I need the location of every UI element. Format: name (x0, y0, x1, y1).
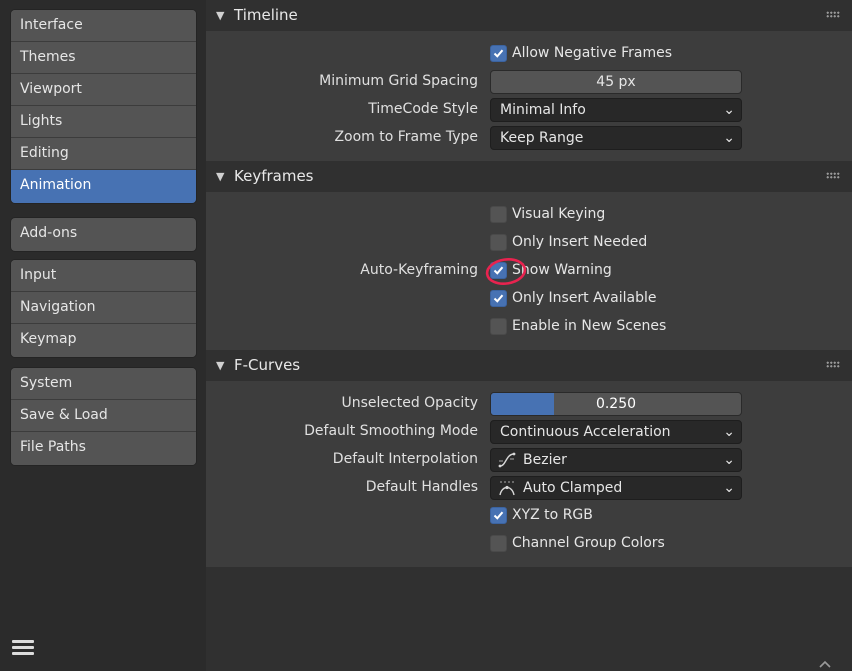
field-label: Default Interpolation (332, 451, 478, 467)
allow-negative-frames-checkbox[interactable] (490, 45, 507, 62)
checkbox-label: Allow Negative Frames (512, 45, 673, 61)
sidebar: Interface Themes Viewport Lights Editing… (0, 0, 206, 671)
collapse-triangle-icon: ▼ (216, 170, 225, 183)
checkbox-label: XYZ to RGB (512, 507, 593, 523)
collapse-triangle-icon: ▼ (216, 359, 225, 372)
sidebar-item-input[interactable]: Input (11, 260, 196, 292)
interpolation-row: Default Interpolation Bezier ⌄ (206, 446, 852, 474)
drag-grip-icon[interactable] (826, 11, 840, 18)
dropdown-value: Minimal Info (500, 102, 586, 118)
checkbox-label: Only Insert Needed (512, 234, 648, 250)
smoothing-mode-row: Default Smoothing Mode Continuous Accele… (206, 418, 852, 446)
allow-negative-frames-row: Allow Negative Frames (206, 40, 852, 68)
fcurves-panel-header[interactable]: ▼ F-Curves (206, 350, 852, 381)
timecode-style-dropdown[interactable]: Minimal Info ⌄ (490, 98, 742, 122)
field-label: Zoom to Frame Type (334, 129, 478, 145)
visual-keying-checkbox[interactable] (490, 206, 507, 223)
only-insert-needed-checkbox[interactable] (490, 234, 507, 251)
visual-keying-row: Visual Keying (206, 201, 852, 229)
unselected-opacity-slider[interactable]: 0.250 (490, 392, 742, 416)
only-insert-available-row: Only Insert Available (206, 285, 852, 313)
only-insert-needed-row: Only Insert Needed (206, 229, 852, 257)
timeline-panel-header[interactable]: ▼ Timeline (206, 0, 852, 31)
auto-clamped-handle-icon (499, 481, 515, 496)
keyframes-panel: ▼ Keyframes Visual Keying Only Insert Ne… (206, 161, 852, 350)
checkbox-label: Visual Keying (512, 206, 606, 222)
field-label: Default Handles (365, 479, 478, 495)
enable-new-scenes-row: Enable in New Scenes (206, 313, 852, 341)
dropdown-value: Bezier (523, 452, 567, 468)
bezier-curve-icon (498, 452, 516, 468)
timecode-style-row: TimeCode Style Minimal Info ⌄ (206, 96, 852, 124)
sidebar-item-navigation[interactable]: Navigation (11, 292, 196, 324)
keyframes-panel-header[interactable]: ▼ Keyframes (206, 161, 852, 192)
chevron-down-icon: ⌄ (723, 452, 735, 468)
min-grid-spacing-row: Minimum Grid Spacing 45 px (206, 68, 852, 96)
field-label: Minimum Grid Spacing (319, 73, 478, 89)
annotation-circle (485, 258, 527, 285)
show-warning-row: Auto-Keyframing Show Warning (206, 257, 852, 285)
sidebar-item-viewport[interactable]: Viewport (11, 74, 196, 106)
scroll-up-arrow-icon[interactable] (818, 659, 832, 669)
dropdown-value: Auto Clamped (523, 480, 623, 496)
checkbox-label: Channel Group Colors (512, 535, 665, 551)
panel-title: Timeline (234, 6, 298, 24)
default-handles-dropdown[interactable]: Auto Clamped ⌄ (490, 476, 742, 500)
sidebar-group-addons: Add-ons (10, 217, 197, 252)
chevron-down-icon: ⌄ (723, 480, 735, 496)
chevron-down-icon: ⌄ (723, 102, 735, 118)
panel-title: F-Curves (234, 356, 301, 374)
channel-group-colors-checkbox[interactable] (490, 535, 507, 552)
sidebar-item-addons[interactable]: Add-ons (11, 218, 196, 251)
xyz-to-rgb-row: XYZ to RGB (206, 502, 852, 530)
zoom-frame-type-row: Zoom to Frame Type Keep Range ⌄ (206, 124, 852, 152)
dropdown-value: Keep Range (500, 130, 584, 146)
zoom-frame-type-dropdown[interactable]: Keep Range ⌄ (490, 126, 742, 150)
panel-title: Keyframes (234, 167, 314, 185)
hamburger-menu-icon[interactable] (12, 637, 34, 659)
sidebar-item-editing[interactable]: Editing (11, 138, 196, 170)
checkbox-label: Enable in New Scenes (512, 318, 667, 334)
sidebar-group-input: Input Navigation Keymap (10, 259, 197, 358)
xyz-to-rgb-checkbox[interactable] (490, 507, 507, 524)
drag-grip-icon[interactable] (826, 361, 840, 368)
field-label: TimeCode Style (368, 101, 478, 117)
sidebar-item-lights[interactable]: Lights (11, 106, 196, 138)
field-label: Unselected Opacity (341, 395, 478, 411)
slider-fill (491, 393, 554, 415)
sidebar-item-animation[interactable]: Animation (11, 170, 196, 203)
auto-keyframing-label: Auto-Keyframing (360, 262, 478, 278)
enable-new-scenes-checkbox[interactable] (490, 318, 507, 335)
field-label: Default Smoothing Mode (304, 423, 478, 439)
slider-value: 0.250 (595, 396, 637, 412)
collapse-triangle-icon: ▼ (216, 9, 225, 22)
only-insert-available-checkbox[interactable] (490, 290, 507, 307)
sidebar-group-system: System Save & Load File Paths (10, 367, 197, 466)
sidebar-item-system[interactable]: System (11, 368, 196, 400)
preferences-main: ▼ Timeline Allow Negative Frames Minimum… (206, 0, 852, 671)
dropdown-value: Continuous Acceleration (500, 424, 671, 440)
checkbox-label: Only Insert Available (512, 290, 657, 306)
chevron-down-icon: ⌄ (723, 130, 735, 146)
unselected-opacity-row: Unselected Opacity 0.250 (206, 390, 852, 418)
channel-group-colors-row: Channel Group Colors (206, 530, 852, 558)
smoothing-mode-dropdown[interactable]: Continuous Acceleration ⌄ (490, 420, 742, 444)
sidebar-item-file-paths[interactable]: File Paths (11, 432, 196, 465)
default-handles-row: Default Handles Auto Clamped ⌄ (206, 474, 852, 502)
chevron-down-icon: ⌄ (723, 424, 735, 440)
min-grid-spacing-field[interactable]: 45 px (490, 70, 742, 94)
sidebar-item-themes[interactable]: Themes (11, 42, 196, 74)
sidebar-item-save-load[interactable]: Save & Load (11, 400, 196, 432)
timeline-panel: ▼ Timeline Allow Negative Frames Minimum… (206, 0, 852, 161)
sidebar-item-keymap[interactable]: Keymap (11, 324, 196, 357)
sidebar-item-interface[interactable]: Interface (11, 10, 196, 42)
sidebar-group-general: Interface Themes Viewport Lights Editing… (10, 9, 197, 204)
interpolation-dropdown[interactable]: Bezier ⌄ (490, 448, 742, 472)
fcurves-panel: ▼ F-Curves Unselected Opacity 0.250 Defa… (206, 350, 852, 567)
drag-grip-icon[interactable] (826, 172, 840, 179)
